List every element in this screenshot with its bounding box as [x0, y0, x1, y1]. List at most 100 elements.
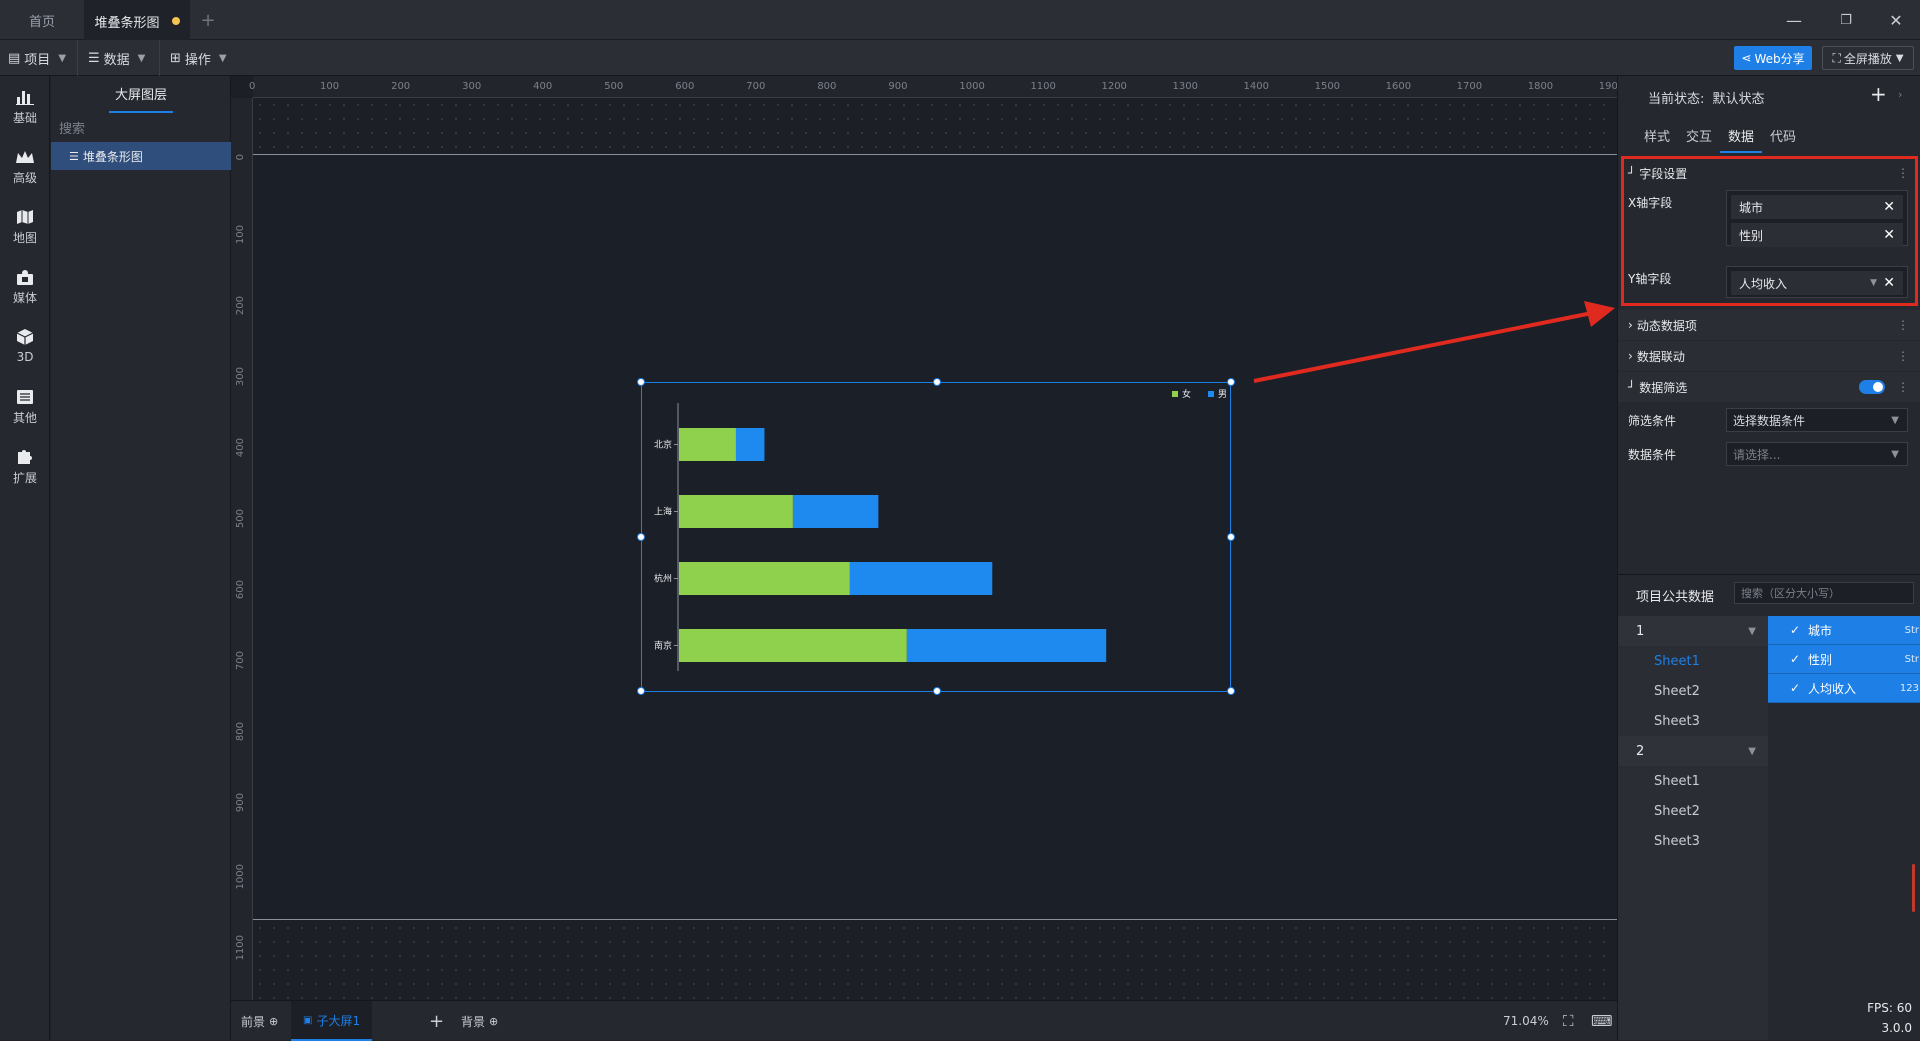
public-data-search-input[interactable]: 搜索（区分大小写）: [1734, 582, 1914, 604]
background-label: 背景: [461, 1014, 486, 1029]
column-list: ✓ 城市 Str ✓ 性别 Str ✓ 人均收入 123: [1768, 616, 1920, 703]
chevron-down-icon: ▼: [1748, 745, 1756, 757]
menu-project[interactable]: ▤ 项目 ▼: [0, 40, 78, 76]
rail-label: 高级: [12, 170, 37, 185]
chevron-right-icon[interactable]: ›: [1898, 88, 1902, 101]
scrollbar-thumb[interactable]: [1912, 864, 1915, 912]
web-share-label: Web分享: [1754, 51, 1805, 66]
data-condition-label: 数据条件: [1628, 448, 1677, 462]
resize-handle-w[interactable]: [637, 533, 645, 541]
rail-item-map[interactable]: 地图: [0, 200, 50, 252]
zoom-level[interactable]: 71.04%: [1503, 1001, 1549, 1041]
rail-label: 基础: [12, 110, 37, 125]
category-tick-label: 杭州: [654, 573, 672, 585]
resize-handle-nw[interactable]: [637, 378, 645, 386]
rail-label: 3D: [16, 350, 34, 364]
section-data-filter[interactable]: ┘ 数据筛选 ⋮: [1618, 372, 1920, 402]
menu-data[interactable]: ☰ 数据 ▼: [80, 40, 160, 76]
layer-item-label: 堆叠条形图: [82, 149, 143, 164]
rail-item-basic[interactable]: 基础: [0, 80, 50, 132]
foreground-layer-button[interactable]: 前景 ⊕: [241, 1001, 278, 1041]
tree-item-sheet[interactable]: Sheet1: [1618, 646, 1768, 676]
ruler-tick: 200: [235, 296, 246, 316]
ruler-tick: 500: [604, 81, 624, 92]
subscreen-tab[interactable]: ▣ 子大屏1: [291, 1001, 373, 1041]
menu-operation[interactable]: ⊞ 操作 ▼: [162, 40, 240, 76]
resize-handle-s[interactable]: [933, 687, 941, 695]
column-label: 性别: [1808, 652, 1833, 667]
rail-item-advanced[interactable]: 高级: [0, 140, 50, 192]
group-label: 2: [1636, 743, 1645, 759]
section-data-link[interactable]: › 数据联动 ⋮: [1618, 341, 1920, 371]
column-item[interactable]: ✓ 性别 Str: [1768, 645, 1920, 674]
fullscreen-icon: ⛶: [1832, 50, 1841, 65]
column-type: 123: [1899, 682, 1919, 694]
fit-screen-icon[interactable]: ⛶: [1563, 1001, 1574, 1041]
tree-item-sheet[interactable]: Sheet1: [1618, 766, 1768, 796]
minimize-button[interactable]: —: [1774, 8, 1814, 32]
layer-item-stacked-bar[interactable]: ☰ 堆叠条形图: [51, 142, 231, 170]
rail-label: 媒体: [12, 290, 37, 305]
more-icon[interactable]: ⋮: [1897, 380, 1909, 394]
tree-group-2[interactable]: 2 ▼: [1618, 736, 1768, 766]
more-icon[interactable]: ⋮: [1897, 349, 1909, 363]
keyboard-icon[interactable]: ⌨: [1591, 1001, 1613, 1041]
tab-style[interactable]: 样式: [1636, 126, 1678, 153]
rail-item-3d[interactable]: 3D: [0, 320, 50, 372]
fullscreen-label: 全屏播放: [1843, 51, 1892, 66]
tree-item-sheet[interactable]: Sheet2: [1618, 676, 1768, 706]
column-type: Str: [1904, 624, 1919, 636]
more-icon[interactable]: ⋮: [1897, 318, 1909, 332]
resize-handle-se[interactable]: [1227, 687, 1235, 695]
divider: [1618, 574, 1920, 575]
web-share-button[interactable]: ⋖ Web分享: [1734, 46, 1812, 70]
tab-interaction[interactable]: 交互: [1678, 126, 1720, 153]
section-dynamic-data[interactable]: › 动态数据项 ⋮: [1618, 310, 1920, 340]
rail-item-other[interactable]: 其他: [0, 380, 50, 432]
rail-item-media[interactable]: 媒体: [0, 260, 50, 312]
add-tab-button[interactable]: +: [196, 0, 220, 40]
tab-label: 堆叠条形图: [94, 15, 160, 31]
chevron-down-icon: ▼: [58, 52, 67, 64]
resize-handle-ne[interactable]: [1227, 378, 1235, 386]
tree-item-sheet[interactable]: Sheet2: [1618, 796, 1768, 826]
ruler-tick: 600: [235, 580, 246, 600]
resize-handle-n[interactable]: [933, 378, 941, 386]
tab-stacked-bar[interactable]: 堆叠条形图: [84, 0, 190, 40]
add-circle-icon: ⊕: [269, 1014, 279, 1028]
filter-condition-select[interactable]: 选择数据条件 ▼: [1726, 408, 1908, 432]
rail-item-extend[interactable]: 扩展: [0, 440, 50, 492]
group-label: 1: [1636, 623, 1645, 639]
category-tick-label: 南京: [654, 640, 672, 652]
ruler-tick: 0: [235, 154, 246, 161]
restore-button[interactable]: ❐: [1826, 8, 1866, 32]
filter-toggle[interactable]: [1859, 380, 1885, 394]
close-button[interactable]: ✕: [1876, 8, 1916, 32]
fullscreen-button[interactable]: ⛶ 全屏播放 ▼: [1822, 46, 1914, 70]
ruler-tick: 1800: [1527, 81, 1554, 92]
subscreen-label: 子大屏1: [316, 1013, 361, 1028]
bar-segment: [679, 629, 907, 662]
data-condition-select[interactable]: 请选择... ▼: [1726, 442, 1908, 466]
resize-handle-e[interactable]: [1227, 533, 1235, 541]
tree-item-sheet[interactable]: Sheet3: [1618, 826, 1768, 856]
layer-search-input[interactable]: 搜索: [59, 118, 223, 142]
add-subscreen-button[interactable]: +: [429, 1001, 444, 1041]
menu-data-label: 数据: [103, 52, 130, 68]
add-state-button[interactable]: +: [1870, 82, 1887, 106]
section-title: 动态数据项: [1636, 318, 1697, 333]
tab-home[interactable]: 首页: [0, 0, 84, 40]
ruler-tick: 1900: [1598, 81, 1617, 92]
chevron-down-icon: ▼: [1891, 414, 1899, 426]
tree-item-sheet[interactable]: Sheet3: [1618, 706, 1768, 736]
stacked-bar-chart-widget[interactable]: 北京 上海 杭州 南京 女 男: [637, 378, 1235, 695]
tab-data[interactable]: 数据: [1720, 126, 1763, 153]
column-item[interactable]: ✓ 人均收入 123: [1768, 674, 1920, 703]
column-item[interactable]: ✓ 城市 Str: [1768, 616, 1920, 645]
tab-code[interactable]: 代码: [1762, 126, 1804, 153]
tree-group-1[interactable]: 1 ▼: [1618, 616, 1768, 646]
legend-label: 女: [1182, 388, 1191, 400]
bar-segment: [792, 495, 879, 528]
resize-handle-sw[interactable]: [637, 687, 645, 695]
background-layer-button[interactable]: 背景 ⊕: [461, 1001, 498, 1041]
